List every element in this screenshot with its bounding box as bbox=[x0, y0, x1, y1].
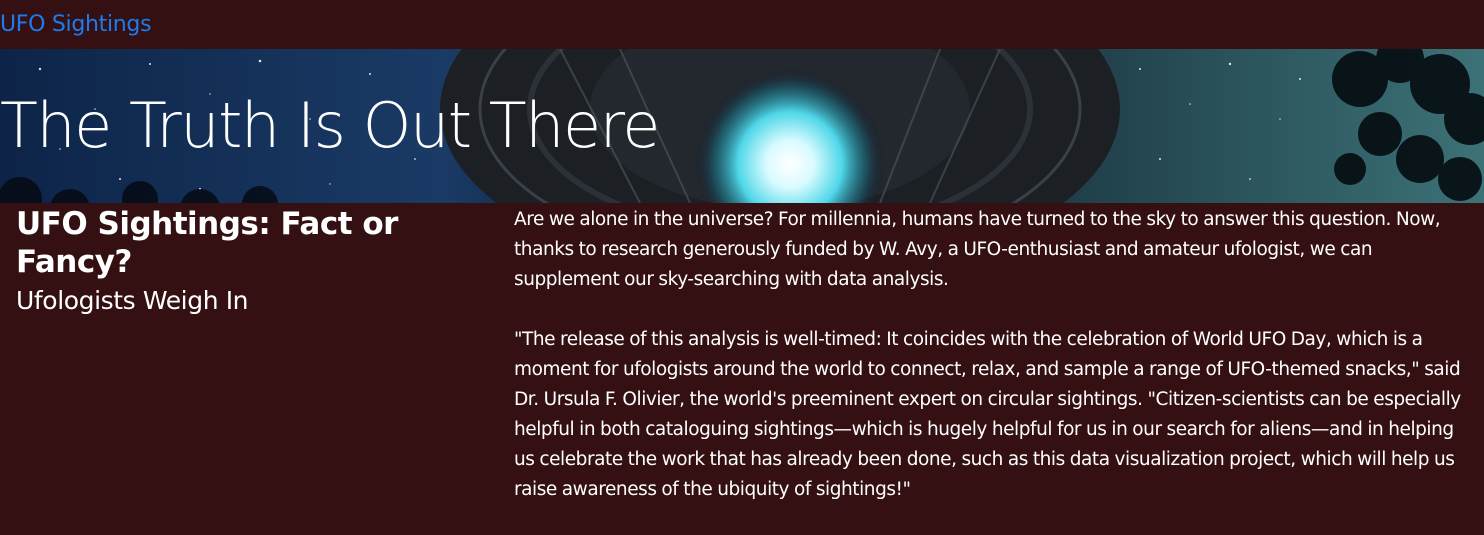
article-paragraph: Are we alone in the universe? For millen… bbox=[514, 209, 1441, 290]
article-paragraph: "The release of this analysis is well-ti… bbox=[514, 329, 1461, 500]
sidebar-heading: UFO Sightings: Fact or Fancy? bbox=[16, 206, 398, 280]
hero-title: The Truth Is Out There bbox=[0, 89, 660, 162]
brand-link[interactable]: UFO Sightings bbox=[0, 10, 152, 40]
navbar: UFO Sightings bbox=[0, 0, 1484, 49]
article-body: Are we alone in the universe? For millen… bbox=[514, 205, 1476, 535]
sidebar-subheading: Ufologists Weigh In bbox=[16, 286, 249, 315]
hero-banner: The Truth Is Out There bbox=[0, 49, 1484, 203]
sidebar: UFO Sightings: Fact or Fancy? Ufologists… bbox=[16, 205, 476, 317]
